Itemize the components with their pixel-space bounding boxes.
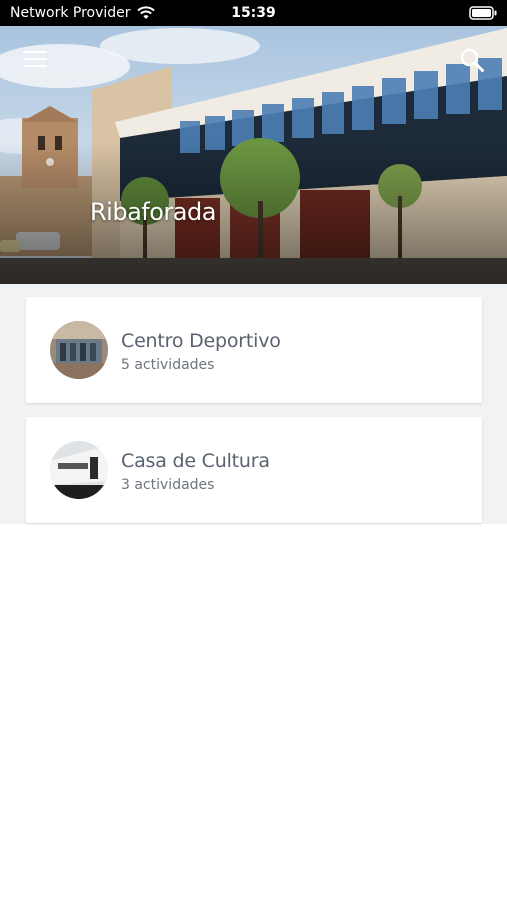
carrier-label: Network Provider — [10, 5, 131, 21]
venue-name: Casa de Cultura — [121, 450, 270, 472]
hamburger-menu-icon — [23, 51, 47, 53]
status-left: Network Provider — [10, 5, 469, 21]
town-hall-photo — [0, 26, 507, 284]
search-icon — [460, 48, 484, 72]
venue-card-centro-deportivo[interactable]: Centro Deportivo 5 actividades — [26, 297, 482, 403]
venue-activity-count: 3 actividades — [121, 477, 215, 493]
status-bar: Network Provider 15:39 — [0, 0, 507, 26]
battery-icon — [469, 6, 497, 20]
gym-interior-avatar — [50, 321, 108, 379]
page-title: Ribaforada — [90, 198, 216, 226]
menu-button[interactable] — [22, 48, 48, 70]
wifi-icon — [136, 6, 155, 19]
hero-header: Ribaforada — [0, 26, 507, 284]
venue-list: Centro Deportivo 5 actividades Casa de C… — [0, 284, 507, 524]
venue-activity-count: 5 actividades — [121, 357, 215, 373]
status-right — [469, 6, 497, 20]
venue-name: Centro Deportivo — [121, 330, 281, 352]
building-avatar — [50, 441, 108, 499]
search-button[interactable] — [458, 46, 486, 74]
venue-card-casa-de-cultura[interactable]: Casa de Cultura 3 actividades — [26, 417, 482, 523]
